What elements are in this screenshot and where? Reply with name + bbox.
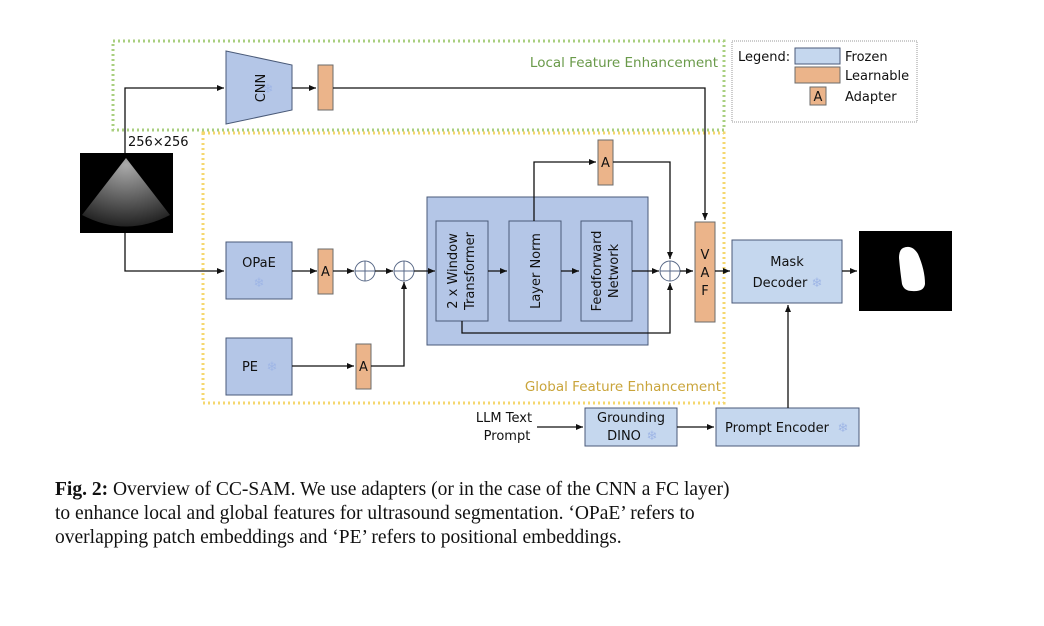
- arrow-pe-adapter-to-sum2: [371, 282, 407, 367]
- opae-adapter-glyph: A: [321, 265, 330, 280]
- mask-decoder-label-2: Decoder: [753, 276, 808, 291]
- legend-frozen-label: Frozen: [845, 50, 888, 65]
- legend-learnable-swatch: [794, 66, 841, 84]
- legend: Legend: Frozen Learnable A Adapter: [731, 40, 918, 123]
- window-transformer-label-1: 2 x Window: [446, 233, 461, 309]
- grounding-dino-label-2: DINO: [607, 429, 641, 444]
- output-mask-image: [859, 231, 952, 311]
- prompt-encoder-label: Prompt Encoder: [725, 421, 830, 436]
- sum-node-3: [659, 260, 681, 282]
- mask-decoder-block: [731, 239, 843, 304]
- legend-frozen-swatch: [794, 47, 841, 65]
- cnn-fc-layer: [317, 64, 334, 111]
- llm-text-prompt-label-1: LLM Text: [476, 411, 532, 426]
- pe-label: PE: [242, 360, 258, 375]
- vaf-label-v: V: [701, 248, 710, 263]
- arrow-input-to-opae: [124, 233, 224, 274]
- frozen-snowflake-icon: ❄: [254, 275, 265, 290]
- frozen-snowflake-icon: ❄: [263, 81, 274, 96]
- opae-label: OPaE: [242, 256, 276, 271]
- vaf-label-a: A: [701, 266, 710, 281]
- caption-line-1: Overview of CC-SAM. We use adapters (or …: [108, 479, 730, 500]
- input-size-label: 256×256: [128, 135, 189, 150]
- sum-node-2: [393, 260, 415, 282]
- caption-label: Fig. 2:: [55, 479, 109, 500]
- window-transformer-label-2: Transformer: [463, 231, 478, 311]
- frozen-snowflake-icon: ❄: [812, 275, 823, 290]
- legend-adapter-glyph: A: [814, 90, 823, 105]
- layer-norm-label: Layer Norm: [529, 233, 544, 309]
- caption-line-2: to enhance local and global features for…: [55, 503, 695, 524]
- pe-adapter-glyph: A: [359, 360, 368, 375]
- legend-title: Legend:: [738, 50, 790, 65]
- sum-node-1: [354, 260, 376, 282]
- pe-block: [225, 337, 293, 396]
- frozen-snowflake-icon: ❄: [267, 359, 278, 374]
- feedforward-label-2: Network: [607, 243, 622, 298]
- cc-sam-diagram: Local Feature Enhancement Global Feature…: [80, 39, 952, 447]
- mask-decoder-label-1: Mask: [770, 255, 804, 270]
- input-ultrasound-image: [80, 153, 173, 233]
- feedforward-label-1: Feedforward: [590, 231, 605, 312]
- global-feature-label: Global Feature Enhancement: [525, 379, 721, 395]
- window-transformer-block: [435, 220, 489, 322]
- legend-learnable-label: Learnable: [845, 69, 909, 84]
- frozen-snowflake-icon: ❄: [838, 420, 849, 435]
- caption-line-3: overlapping patch embeddings and ‘PE’ re…: [55, 527, 622, 548]
- transformer-adapter-glyph: A: [601, 156, 610, 171]
- local-feature-label: Local Feature Enhancement: [530, 55, 718, 71]
- vaf-label-f: F: [701, 284, 708, 299]
- grounding-dino-label-1: Grounding: [597, 411, 665, 426]
- frozen-snowflake-icon: ❄: [647, 428, 658, 443]
- legend-adapter-label: Adapter: [845, 90, 897, 105]
- figure-caption: Fig. 2: Overview of CC-SAM. We use adapt…: [55, 478, 1015, 550]
- llm-text-prompt-label-2: Prompt: [484, 429, 531, 444]
